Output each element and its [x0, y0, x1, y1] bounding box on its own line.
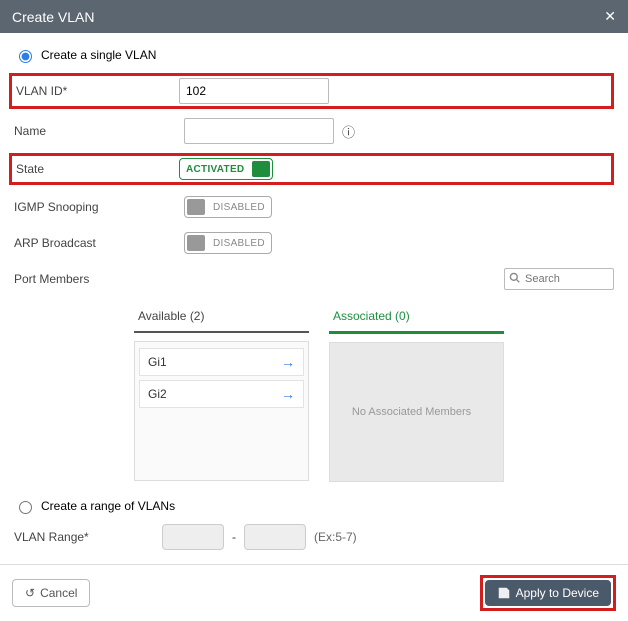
state-row: State ACTIVATED: [9, 153, 614, 185]
associated-list: No Associated Members: [329, 342, 504, 482]
list-item-label: Gi2: [148, 387, 167, 401]
vlan-id-row: VLAN ID*: [9, 73, 614, 109]
list-item[interactable]: Gi2 →: [139, 380, 304, 408]
name-label: Name: [14, 124, 184, 138]
dialog-header: Create VLAN ✕: [0, 0, 628, 33]
apply-button[interactable]: Apply to Device: [485, 580, 611, 606]
vlan-id-input[interactable]: [179, 78, 329, 104]
name-row: Name ⓘ: [14, 117, 614, 145]
associated-column: Associated (0) No Associated Members: [329, 301, 504, 482]
apply-label: Apply to Device: [516, 586, 599, 600]
igmp-value: DISABLED: [207, 202, 271, 213]
arp-label: ARP Broadcast: [14, 236, 184, 250]
state-label: State: [16, 162, 179, 176]
toggle-knob-icon: [187, 235, 205, 251]
toggle-knob-icon: [187, 199, 205, 215]
available-list: Gi1 → Gi2 →: [134, 341, 309, 481]
port-search-input[interactable]: [504, 268, 614, 290]
state-toggle[interactable]: ACTIVATED: [179, 158, 273, 180]
save-icon: [497, 586, 511, 600]
vlan-range-row: VLAN Range* - (Ex:5-7): [14, 524, 614, 550]
arp-toggle[interactable]: DISABLED: [184, 232, 272, 254]
close-icon[interactable]: ✕: [604, 8, 616, 25]
available-title: Available (2): [134, 301, 309, 333]
info-icon[interactable]: ⓘ: [342, 122, 355, 141]
radio-range-label: Create a range of VLANs: [41, 499, 175, 513]
igmp-row: IGMP Snooping DISABLED: [14, 193, 614, 221]
name-input[interactable]: [184, 118, 334, 144]
radio-range-vlan[interactable]: [19, 501, 32, 514]
undo-icon: ↺: [25, 586, 35, 600]
cancel-button[interactable]: ↺ Cancel: [12, 579, 90, 607]
arp-value: DISABLED: [207, 238, 271, 249]
vlan-range-label: VLAN Range*: [14, 530, 154, 544]
list-item-label: Gi1: [148, 355, 167, 369]
arp-row: ARP Broadcast DISABLED: [14, 229, 614, 257]
dialog-footer: ↺ Cancel Apply to Device: [0, 564, 628, 621]
arrow-right-icon[interactable]: →: [281, 386, 295, 402]
mode-single-row[interactable]: Create a single VLAN: [14, 47, 614, 63]
range-example: (Ex:5-7): [314, 530, 357, 544]
available-column: Available (2) Gi1 → Gi2 →: [134, 301, 309, 482]
port-members-row: Port Members: [14, 265, 614, 293]
search-icon: [509, 272, 520, 286]
igmp-toggle[interactable]: DISABLED: [184, 196, 272, 218]
toggle-knob-icon: [252, 161, 270, 177]
arrow-right-icon[interactable]: →: [281, 354, 295, 370]
radio-single-label: Create a single VLAN: [41, 48, 156, 62]
radio-single-vlan[interactable]: [19, 50, 32, 63]
cancel-label: Cancel: [40, 586, 77, 600]
range-to-input: [244, 524, 306, 550]
list-item[interactable]: Gi1 →: [139, 348, 304, 376]
empty-message: No Associated Members: [330, 406, 493, 418]
port-members-label: Port Members: [14, 272, 184, 286]
mode-range-row[interactable]: Create a range of VLANs: [14, 498, 614, 514]
range-from-input: [162, 524, 224, 550]
state-value: ACTIVATED: [180, 164, 250, 175]
port-transfer: Available (2) Gi1 → Gi2 → Associated (0)…: [134, 301, 614, 482]
igmp-label: IGMP Snooping: [14, 200, 184, 214]
vlan-id-label: VLAN ID*: [16, 84, 179, 98]
range-dash: -: [232, 530, 236, 544]
dialog-title: Create VLAN: [12, 9, 94, 25]
associated-title: Associated (0): [329, 301, 504, 334]
